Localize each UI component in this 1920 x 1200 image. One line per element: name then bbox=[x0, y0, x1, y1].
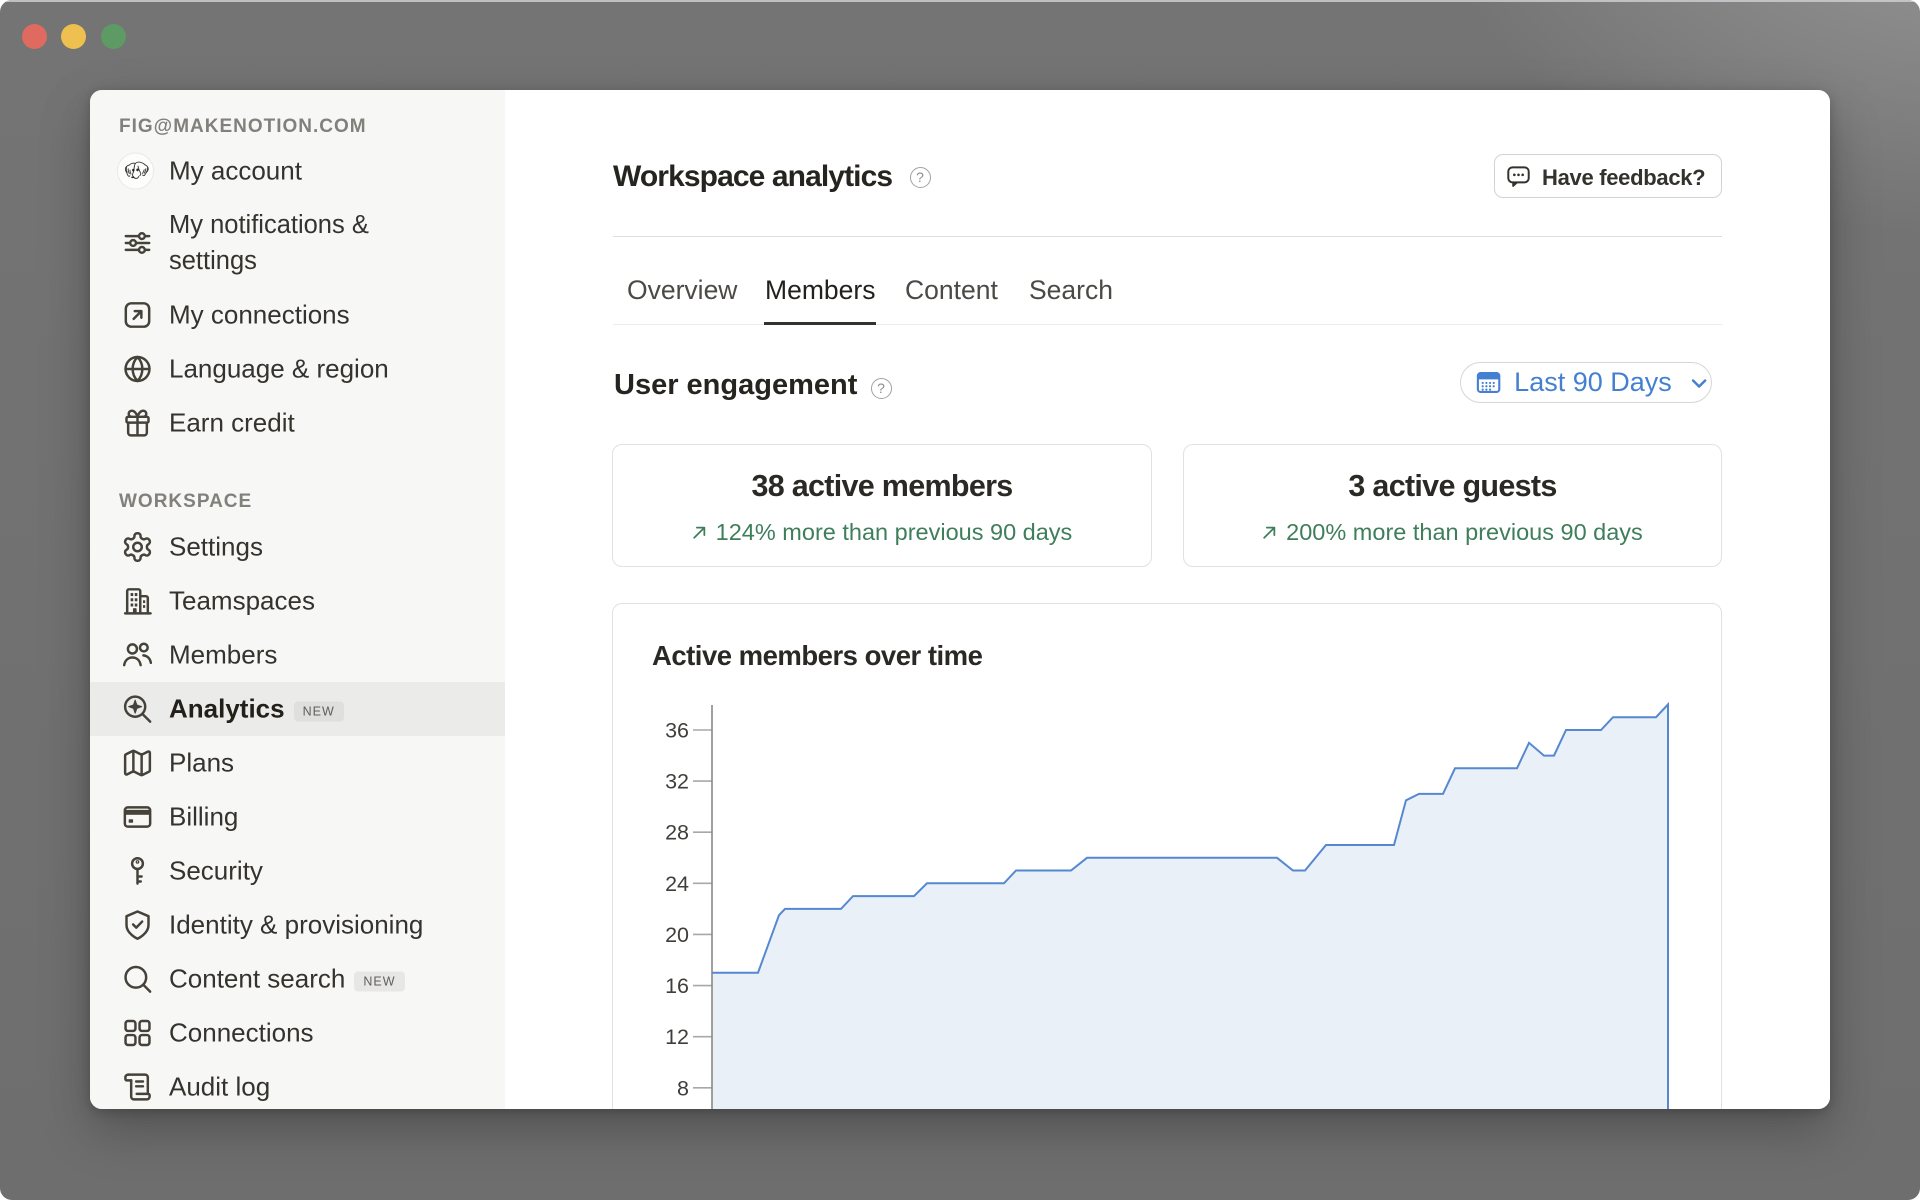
svg-text:24: 24 bbox=[665, 872, 689, 896]
svg-text:12: 12 bbox=[665, 1025, 689, 1049]
svg-text:20: 20 bbox=[665, 923, 689, 947]
svg-text:36: 36 bbox=[665, 719, 689, 743]
svg-text:32: 32 bbox=[665, 770, 689, 794]
svg-text:28: 28 bbox=[665, 821, 689, 845]
svg-text:8: 8 bbox=[677, 1076, 689, 1100]
svg-text:16: 16 bbox=[665, 974, 689, 998]
